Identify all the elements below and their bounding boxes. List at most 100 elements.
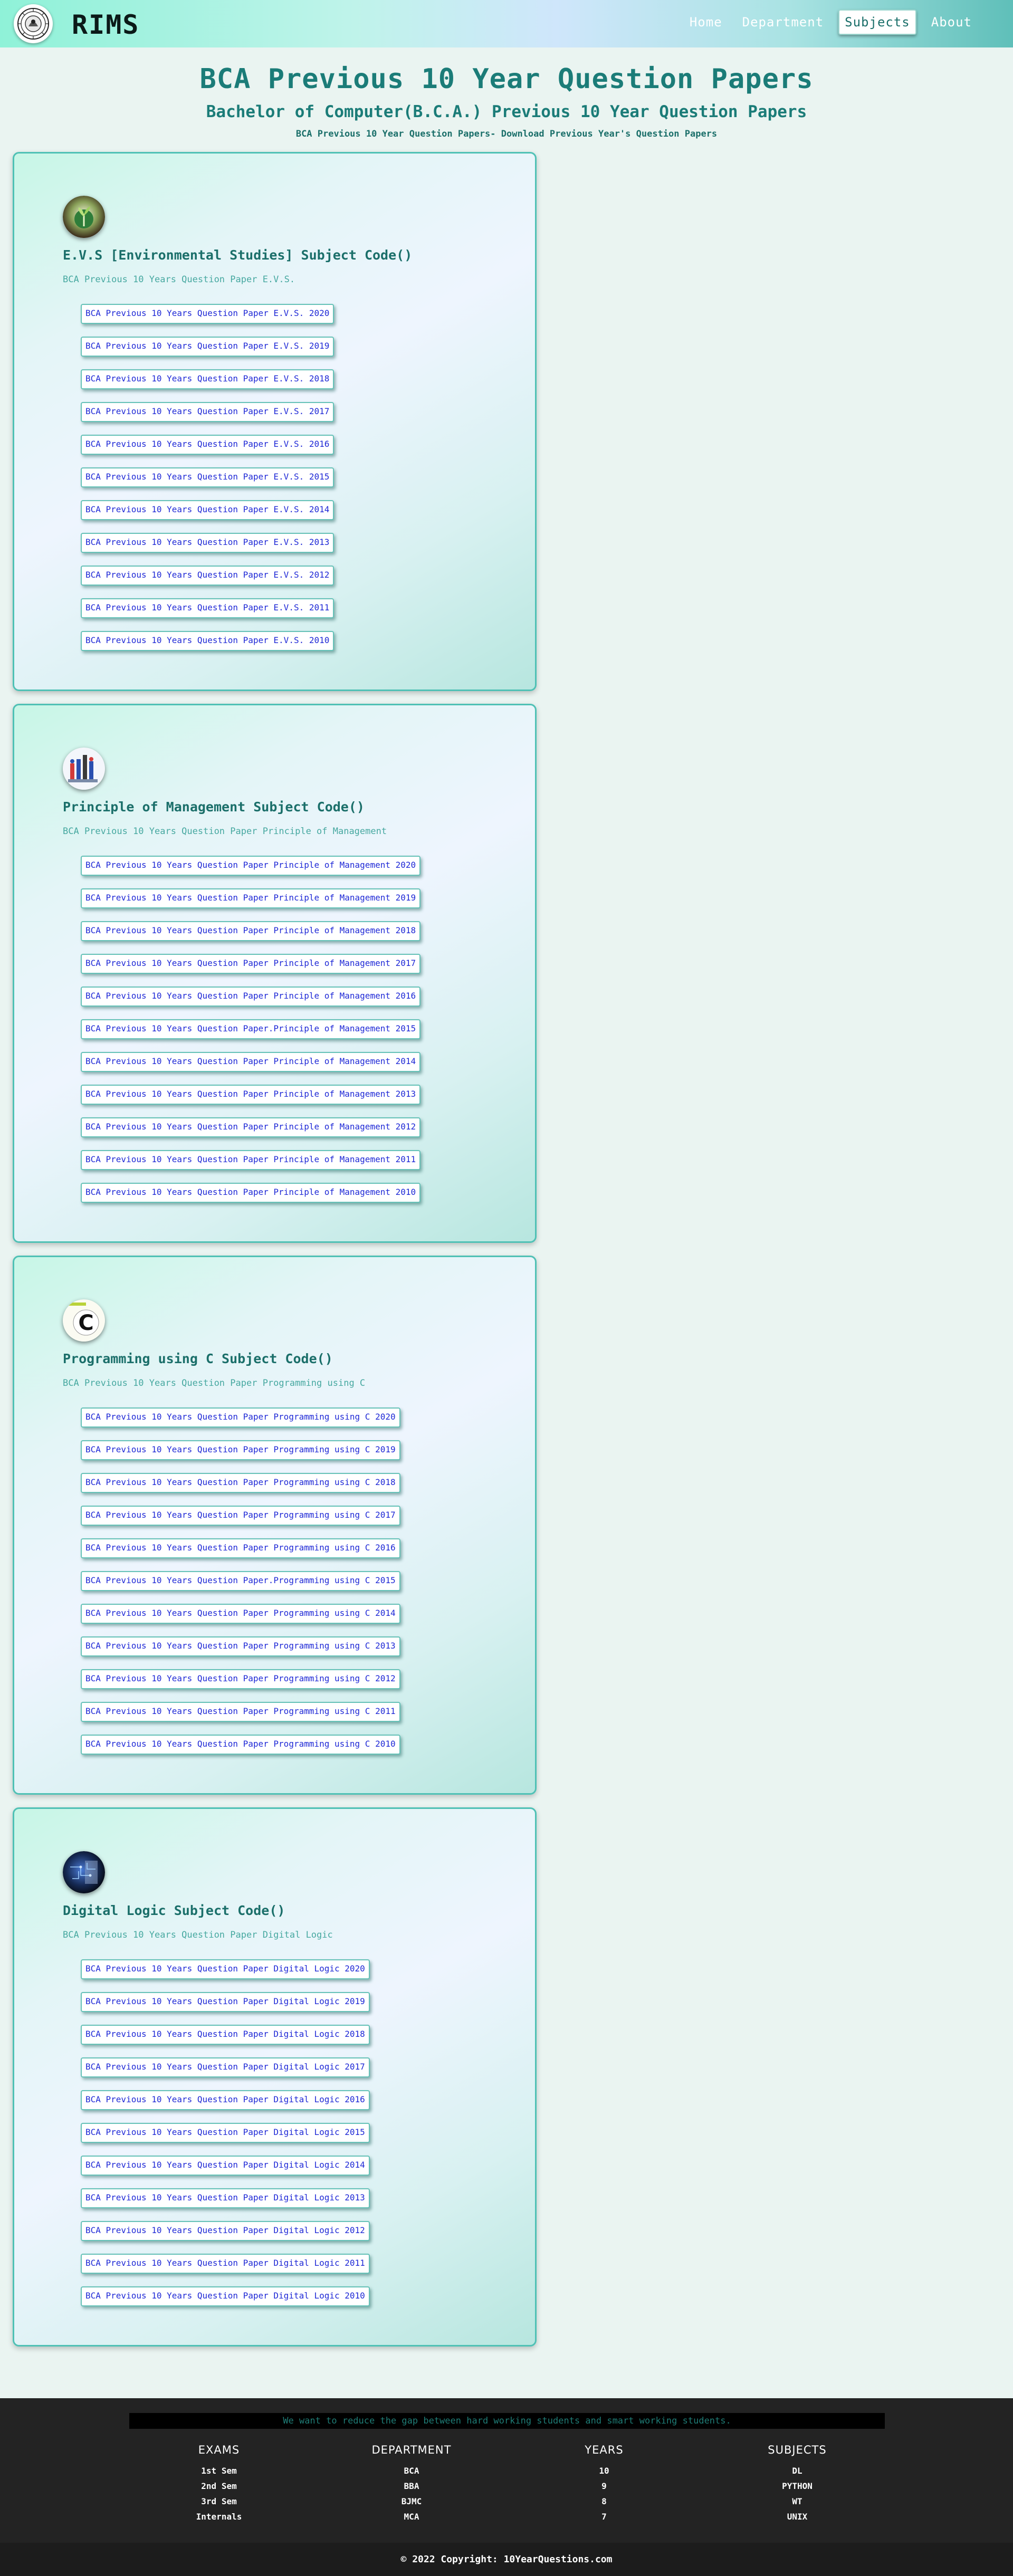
page-header: BCA Previous 10 Year Question Papers Bac…: [0, 47, 1013, 139]
paper-link-2013[interactable]: BCA Previous 10 Years Question Paper Pri…: [81, 1085, 421, 1105]
footer-link[interactable]: 8: [575, 2496, 633, 2506]
paper-link-2013[interactable]: BCA Previous 10 Years Question Paper E.V…: [81, 533, 335, 553]
paper-link-2016[interactable]: BCA Previous 10 Years Question Paper Pri…: [81, 987, 421, 1007]
paper-link-2011[interactable]: BCA Previous 10 Years Question Paper E.V…: [81, 598, 335, 618]
paper-link-2019[interactable]: BCA Previous 10 Years Question Paper Pro…: [81, 1440, 400, 1460]
c-language-icon: C: [63, 1299, 105, 1342]
paper-link-2014[interactable]: BCA Previous 10 Years Question Paper Dig…: [81, 2156, 370, 2176]
paper-link-2010[interactable]: BCA Previous 10 Years Question Paper Pri…: [81, 1183, 421, 1203]
subject-description: BCA Previous 10 Years Question Paper Dig…: [63, 1930, 333, 1940]
paper-link-2014[interactable]: BCA Previous 10 Years Question Paper Pri…: [81, 1052, 421, 1072]
subject-description: BCA Previous 10 Years Question Paper Pri…: [63, 826, 387, 837]
paper-link-2017[interactable]: BCA Previous 10 Years Question Paper Dig…: [81, 2057, 370, 2077]
nav-department[interactable]: Department: [737, 11, 829, 34]
nav-home[interactable]: Home: [684, 11, 728, 34]
paper-link-2012[interactable]: BCA Previous 10 Years Question Paper Pri…: [81, 1117, 421, 1137]
subject-description: BCA Previous 10 Years Question Paper Pro…: [63, 1378, 366, 1388]
subject-title: Principle of Management Subject Code(): [63, 799, 365, 815]
paper-link-2016[interactable]: BCA Previous 10 Years Question Paper Dig…: [81, 2090, 370, 2110]
subject-card-management: Principle of Management Subject Code() B…: [13, 704, 537, 1243]
footer-link[interactable]: WT: [758, 2496, 837, 2506]
paper-link-2010[interactable]: BCA Previous 10 Years Question Paper Dig…: [81, 2286, 370, 2306]
paper-link-2017[interactable]: BCA Previous 10 Years Question Paper Pro…: [81, 1506, 400, 1526]
paper-link-2011[interactable]: BCA Previous 10 Years Question Paper Pro…: [81, 1702, 400, 1722]
paper-link-2020[interactable]: BCA Previous 10 Years Question Paper Dig…: [81, 1959, 370, 1979]
footer-link[interactable]: 9: [575, 2481, 633, 2491]
paper-link-2018[interactable]: BCA Previous 10 Years Question Paper Pro…: [81, 1473, 400, 1493]
footer-link[interactable]: 7: [575, 2512, 633, 2522]
paper-link-2017[interactable]: BCA Previous 10 Years Question Paper E.V…: [81, 402, 335, 422]
logo-seal-icon[interactable]: [14, 4, 53, 43]
circuit-chip-icon: [63, 1851, 105, 1893]
footer-link[interactable]: Internals: [192, 2512, 246, 2522]
page-note: BCA Previous 10 Year Question Papers- Do…: [295, 129, 718, 139]
subject-card-digital-logic: Digital Logic Subject Code() BCA Previou…: [13, 1807, 537, 2347]
paper-link-2019[interactable]: BCA Previous 10 Years Question Paper Dig…: [81, 1992, 370, 2012]
paper-link-2012[interactable]: BCA Previous 10 Years Question Paper E.V…: [81, 566, 335, 586]
paper-link-2015[interactable]: BCA Previous 10 Years Question Paper Dig…: [81, 2123, 370, 2143]
subject-title: Digital Logic Subject Code(): [63, 1903, 285, 1918]
brand-name[interactable]: RIMS: [72, 9, 139, 40]
footer-column-exams: EXAMS 1st Sem 2nd Sem 3rd Sem Internals: [192, 2444, 246, 2522]
paper-link-2020[interactable]: BCA Previous 10 Years Question Paper E.V…: [81, 304, 335, 324]
paper-link-2011[interactable]: BCA Previous 10 Years Question Paper Pri…: [81, 1150, 421, 1170]
footer-link[interactable]: BJMC: [369, 2496, 454, 2506]
paper-link-2020[interactable]: BCA Previous 10 Years Question Paper Pri…: [81, 856, 421, 876]
paper-link-2020[interactable]: BCA Previous 10 Years Question Paper Pro…: [81, 1407, 400, 1428]
footer-link[interactable]: 1st Sem: [192, 2466, 246, 2476]
paper-link-2010[interactable]: BCA Previous 10 Years Question Paper E.V…: [81, 631, 335, 651]
paper-link-2019[interactable]: BCA Previous 10 Years Question Paper E.V…: [81, 337, 335, 357]
footer-column-years: YEARS 10 9 8 7: [575, 2444, 633, 2522]
paper-link-list: BCA Previous 10 Years Question Paper Pri…: [63, 856, 535, 1203]
svg-text:C: C: [78, 1311, 93, 1335]
footer-link[interactable]: 3rd Sem: [192, 2496, 246, 2506]
paper-link-2019[interactable]: BCA Previous 10 Years Question Paper Pri…: [81, 888, 421, 908]
nav-about[interactable]: About: [926, 11, 977, 34]
paper-link-2017[interactable]: BCA Previous 10 Years Question Paper Pri…: [81, 954, 421, 974]
paper-link-2015[interactable]: BCA Previous 10 Years Question Paper E.V…: [81, 467, 335, 487]
footer-link[interactable]: PYTHON: [758, 2481, 837, 2491]
footer-column-subjects: SUBJECTS DL PYTHON WT UNIX: [758, 2444, 837, 2522]
subject-card-evs: E.V.S [Environmental Studies] Subject Co…: [13, 152, 537, 691]
paper-link-list: BCA Previous 10 Years Question Paper E.V…: [63, 304, 535, 651]
footer-column-department: DEPARTMENT BCA BBA BJMC MCA: [369, 2444, 454, 2522]
paper-link-2016[interactable]: BCA Previous 10 Years Question Paper Pro…: [81, 1538, 400, 1558]
paper-link-2015[interactable]: BCA Previous 10 Years Question Paper.Pri…: [81, 1019, 421, 1039]
footer-link[interactable]: 2nd Sem: [192, 2481, 246, 2491]
footer-link[interactable]: 10: [575, 2466, 633, 2476]
paper-link-2012[interactable]: BCA Previous 10 Years Question Paper Dig…: [81, 2221, 370, 2241]
paper-link-2013[interactable]: BCA Previous 10 Years Question Paper Pro…: [81, 1636, 400, 1656]
paper-link-2018[interactable]: BCA Previous 10 Years Question Paper E.V…: [81, 369, 335, 389]
footer-link[interactable]: BCA: [369, 2466, 454, 2476]
plant-globe-icon: [63, 196, 105, 238]
paper-link-2014[interactable]: BCA Previous 10 Years Question Paper Pro…: [81, 1604, 400, 1624]
paper-link-2016[interactable]: BCA Previous 10 Years Question Paper E.V…: [81, 435, 335, 455]
footer-link[interactable]: BBA: [369, 2481, 454, 2491]
footer-link[interactable]: MCA: [369, 2512, 454, 2522]
subject-title: Programming using C Subject Code(): [63, 1351, 333, 1366]
paper-link-2010[interactable]: BCA Previous 10 Years Question Paper Pro…: [81, 1735, 400, 1755]
paper-link-2012[interactable]: BCA Previous 10 Years Question Paper Pro…: [81, 1669, 400, 1689]
subject-description: BCA Previous 10 Years Question Paper E.V…: [63, 274, 295, 285]
paper-link-2014[interactable]: BCA Previous 10 Years Question Paper E.V…: [81, 500, 335, 520]
page-title: BCA Previous 10 Year Question Papers: [199, 63, 814, 95]
footer-column-title: YEARS: [585, 2444, 624, 2456]
paper-link-list: BCA Previous 10 Years Question Paper Pro…: [63, 1407, 535, 1755]
management-figures-icon: [63, 748, 105, 790]
paper-link-2018[interactable]: BCA Previous 10 Years Question Paper Pri…: [81, 921, 421, 941]
copyright-bar: © 2022 Copyright: 10YearQuestions.com: [0, 2543, 1013, 2576]
nav-subjects[interactable]: Subjects: [838, 9, 916, 35]
footer-column-title: DEPARTMENT: [371, 2444, 452, 2456]
footer-column-title: SUBJECTS: [768, 2444, 827, 2456]
footer-column-title: EXAMS: [198, 2444, 240, 2456]
footer-link[interactable]: UNIX: [758, 2512, 837, 2522]
paper-link-2015[interactable]: BCA Previous 10 Years Question Paper.Pro…: [81, 1571, 400, 1591]
paper-link-2018[interactable]: BCA Previous 10 Years Question Paper Dig…: [81, 2025, 370, 2045]
main-nav: Home Department Subjects About: [684, 9, 977, 35]
paper-link-2011[interactable]: BCA Previous 10 Years Question Paper Dig…: [81, 2254, 370, 2274]
footer-link[interactable]: DL: [758, 2466, 837, 2476]
subject-card-c-programming: C Programming using C Subject Code() BCA…: [13, 1256, 537, 1795]
paper-link-2013[interactable]: BCA Previous 10 Years Question Paper Dig…: [81, 2188, 370, 2208]
subject-title: E.V.S [Environmental Studies] Subject Co…: [63, 247, 413, 263]
mission-banner: We want to reduce the gap between hard w…: [129, 2413, 885, 2429]
